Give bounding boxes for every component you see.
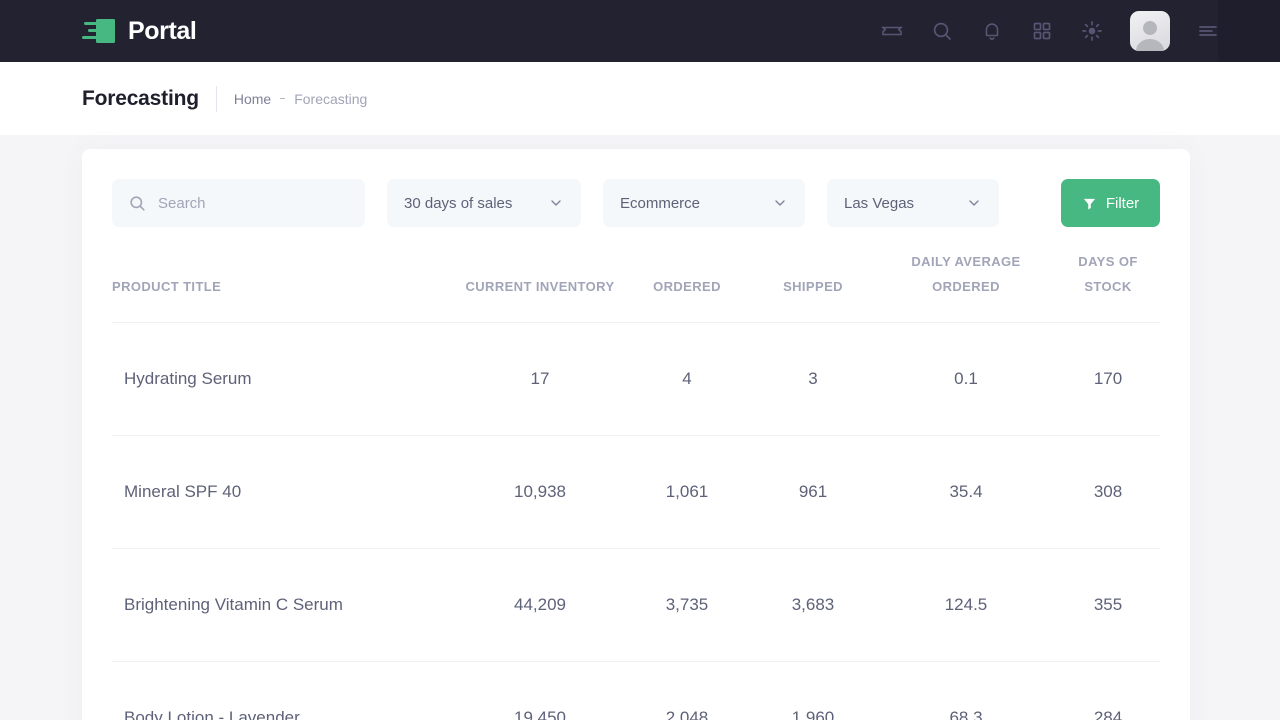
filters-toolbar: Search 30 days of sales Ecommerce Las Ve… — [112, 179, 1160, 227]
cell-shipped: 3 — [750, 322, 876, 435]
column-header-product-title[interactable]: PRODUCT TITLE — [112, 241, 456, 322]
sales-period-select[interactable]: 30 days of sales — [387, 179, 581, 227]
nav-icon-group — [880, 11, 1220, 51]
channel-select[interactable]: Ecommerce — [603, 179, 805, 227]
channel-value: Ecommerce — [620, 195, 700, 212]
table-row[interactable]: Hydrating Serum 17 4 3 0.1 170 — [112, 322, 1160, 435]
page-title: Forecasting — [82, 87, 199, 111]
cell-current-inventory: 10,938 — [456, 435, 624, 548]
breadcrumb-item-home[interactable]: Home — [234, 91, 271, 107]
table-row[interactable]: Brightening Vitamin C Serum 44,209 3,735… — [112, 548, 1160, 661]
location-value: Las Vegas — [844, 195, 914, 212]
page-header: Forecasting Home Forecasting — [0, 62, 1280, 135]
column-header-daily-average-ordered[interactable]: DAILY AVERAGE ORDERED — [876, 241, 1056, 322]
sales-period-value: 30 days of sales — [404, 195, 512, 212]
cell-shipped: 961 — [750, 435, 876, 548]
column-header-days-of-stock[interactable]: DAYS OF STOCK — [1056, 241, 1160, 322]
header-divider — [216, 86, 217, 112]
cell-current-inventory: 17 — [456, 322, 624, 435]
grid-apps-icon[interactable] — [1030, 19, 1054, 43]
cell-current-inventory: 44,209 — [456, 548, 624, 661]
cell-product-title: Body Lotion - Lavender — [112, 661, 456, 720]
cell-daily-average-ordered: 35.4 — [876, 435, 1056, 548]
cell-days-of-stock: 308 — [1056, 435, 1160, 548]
cell-product-title: Brightening Vitamin C Serum — [112, 548, 456, 661]
breadcrumb: Home Forecasting — [234, 91, 368, 107]
avatar[interactable] — [1130, 11, 1170, 51]
cell-product-title: Mineral SPF 40 — [112, 435, 456, 548]
forecasting-table: PRODUCT TITLE CURRENT INVENTORY ORDERED … — [112, 241, 1160, 720]
search-placeholder: Search — [158, 195, 206, 212]
search-icon — [128, 194, 147, 213]
cell-daily-average-ordered: 124.5 — [876, 548, 1056, 661]
top-navigation-bar: Portal — [0, 0, 1280, 62]
search-icon[interactable] — [930, 19, 954, 43]
content-area: Search 30 days of sales Ecommerce Las Ve… — [0, 135, 1280, 720]
breadcrumb-item-forecasting: Forecasting — [294, 91, 367, 107]
forecasting-card: Search 30 days of sales Ecommerce Las Ve… — [82, 149, 1190, 720]
table-row[interactable]: Mineral SPF 40 10,938 1,061 961 35.4 308 — [112, 435, 1160, 548]
cell-days-of-stock: 355 — [1056, 548, 1160, 661]
cell-current-inventory: 19,450 — [456, 661, 624, 720]
cell-ordered: 1,061 — [624, 435, 750, 548]
column-header-shipped[interactable]: SHIPPED — [750, 241, 876, 322]
filter-button-label: Filter — [1106, 195, 1139, 212]
cell-shipped: 3,683 — [750, 548, 876, 661]
ticket-icon[interactable] — [880, 19, 904, 43]
cell-shipped: 1,960 — [750, 661, 876, 720]
funnel-icon — [1082, 196, 1097, 211]
cell-daily-average-ordered: 68.3 — [876, 661, 1056, 720]
cell-ordered: 3,735 — [624, 548, 750, 661]
speed-square-logo-icon — [82, 18, 116, 44]
cell-days-of-stock: 170 — [1056, 322, 1160, 435]
location-select[interactable]: Las Vegas — [827, 179, 999, 227]
sun-theme-icon[interactable] — [1080, 19, 1104, 43]
cell-product-title: Hydrating Serum — [112, 322, 456, 435]
cell-ordered: 2,048 — [624, 661, 750, 720]
brand-name: Portal — [128, 17, 196, 46]
chevron-down-icon — [548, 195, 564, 211]
search-input[interactable]: Search — [112, 179, 365, 227]
chevron-down-icon — [966, 195, 982, 211]
column-header-current-inventory[interactable]: CURRENT INVENTORY — [456, 241, 624, 322]
table-row[interactable]: Body Lotion - Lavender 19,450 2,048 1,96… — [112, 661, 1160, 720]
cell-days-of-stock: 284 — [1056, 661, 1160, 720]
hamburger-menu-icon[interactable] — [1196, 19, 1220, 43]
table-body: Hydrating Serum 17 4 3 0.1 170 Mineral S… — [112, 322, 1160, 720]
table-header-row: PRODUCT TITLE CURRENT INVENTORY ORDERED … — [112, 241, 1160, 322]
bell-icon[interactable] — [980, 19, 1004, 43]
chevron-down-icon — [772, 195, 788, 211]
brand-logo[interactable]: Portal — [82, 17, 196, 46]
breadcrumb-separator-icon — [280, 98, 285, 99]
filter-button[interactable]: Filter — [1061, 179, 1160, 227]
column-header-ordered[interactable]: ORDERED — [624, 241, 750, 322]
table-header: PRODUCT TITLE CURRENT INVENTORY ORDERED … — [112, 241, 1160, 322]
cell-ordered: 4 — [624, 322, 750, 435]
cell-daily-average-ordered: 0.1 — [876, 322, 1056, 435]
